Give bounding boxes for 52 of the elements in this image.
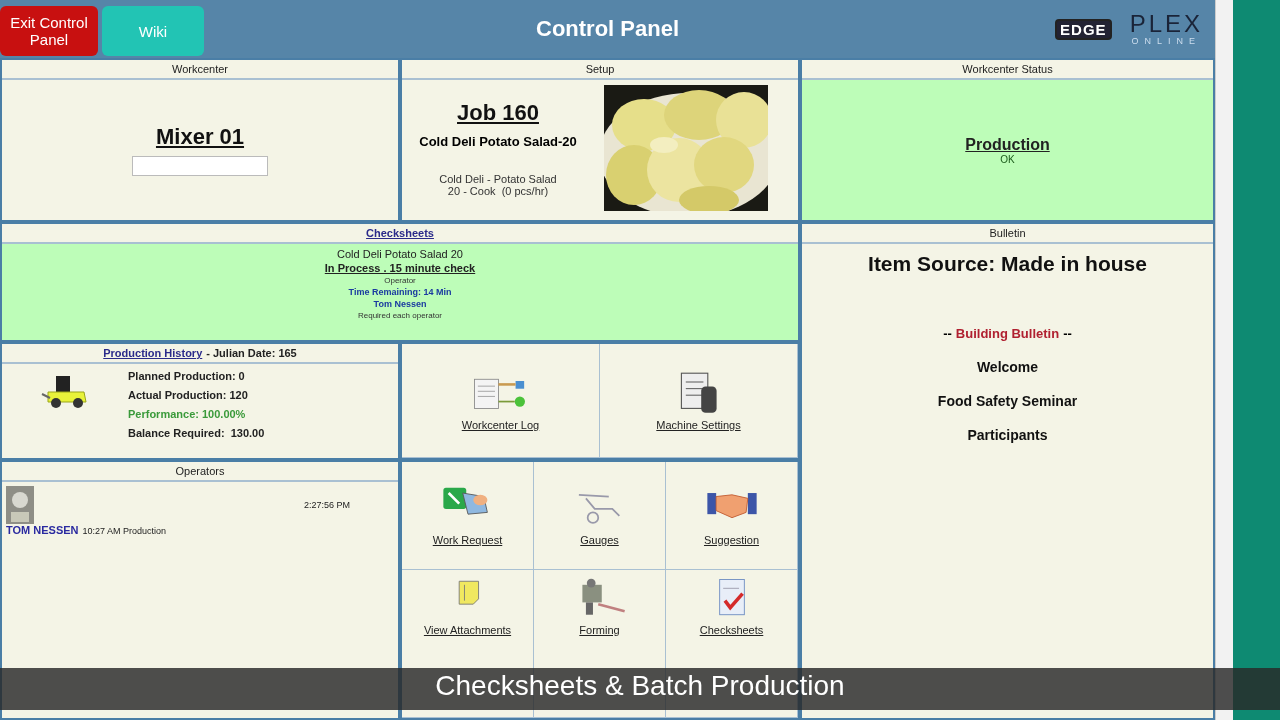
tool-link[interactable]: Workcenter Log <box>461 418 540 431</box>
bulletin-title: Building Bulletin <box>955 326 1060 341</box>
checksheet-line: Required each operator <box>357 311 443 320</box>
workcenter-name[interactable]: Mixer 01 <box>155 124 245 150</box>
part-name: Cold Deli Potato Salad-20 <box>419 133 577 149</box>
production-stat: Planned Production: 0 <box>128 370 246 382</box>
panel-heading: Setup <box>402 60 798 80</box>
person-icon <box>6 486 34 524</box>
banner-dashes: -- <box>1063 326 1072 341</box>
panel-heading: Bulletin <box>802 224 1213 244</box>
checksheet-line: Tom Nessen <box>373 299 427 309</box>
production-stat: Performance: 100.00% <box>128 408 247 420</box>
tool-link[interactable]: Machine Settings <box>656 418 741 431</box>
job-link[interactable]: Job 160 <box>457 99 539 126</box>
clock-time: 2:27:56 PM <box>303 500 350 510</box>
production-history-link[interactable]: Production History <box>103 347 203 359</box>
production-stat: Balance Required: 130.00 <box>128 427 265 439</box>
panel-heading: Operators <box>2 462 398 482</box>
panel-heading: Workcenter <box>2 60 398 80</box>
checksheet-line: Time Remaining: 14 Min <box>348 287 452 297</box>
item-source: Item Source: Made in house <box>868 252 1147 276</box>
bulletin-item: Participants <box>967 427 1048 443</box>
tool-link[interactable]: Gauges <box>580 533 619 546</box>
logo-subtitle: ONLINE <box>1131 36 1202 46</box>
forklift-icon <box>40 374 90 410</box>
julian-date: - Julian Date: 165 <box>206 347 297 359</box>
banner-dashes: -- <box>943 326 952 341</box>
part-description: 20 - Cook (0 pcs/hr) <box>447 184 549 197</box>
tool-link[interactable]: View Attachments <box>423 624 512 636</box>
status-link[interactable]: Production <box>965 135 1050 154</box>
bulletin-item: Food Safety Seminar <box>937 393 1078 409</box>
operator-link[interactable]: TOM NESSEN <box>6 524 79 536</box>
operator-detail: 10:27 AM Production <box>82 526 167 536</box>
tool-link[interactable]: Suggestion <box>703 533 759 546</box>
header-button[interactable]: Exit Control Panel <box>0 6 98 56</box>
tool-link[interactable]: Work Request <box>432 533 503 546</box>
page-title: Control Panel <box>536 16 679 42</box>
tool-link[interactable]: Forming <box>579 624 620 636</box>
plex-logo: PLEX <box>1129 12 1203 36</box>
production-stat: Actual Production: 120 <box>128 389 249 401</box>
bulletin-item: Welcome <box>976 359 1039 375</box>
status-detail: OK <box>1000 153 1015 165</box>
checksheet-line: Operator <box>384 276 416 285</box>
part-description: Cold Deli - Potato Salad <box>439 172 557 185</box>
checksheet-link[interactable]: In Process . 15 minute check <box>324 262 476 274</box>
scrollbar[interactable] <box>1215 0 1233 720</box>
checksheets-link[interactable]: Checksheets <box>366 227 434 239</box>
edge-logo: EDGE <box>1055 18 1112 40</box>
input-field[interactable] <box>132 156 268 176</box>
checksheet-line: Cold Deli Potato Salad 20 <box>337 248 463 260</box>
tool-link[interactable]: Checksheets <box>699 624 764 636</box>
video-caption: Checksheets & Batch Production <box>435 670 845 702</box>
